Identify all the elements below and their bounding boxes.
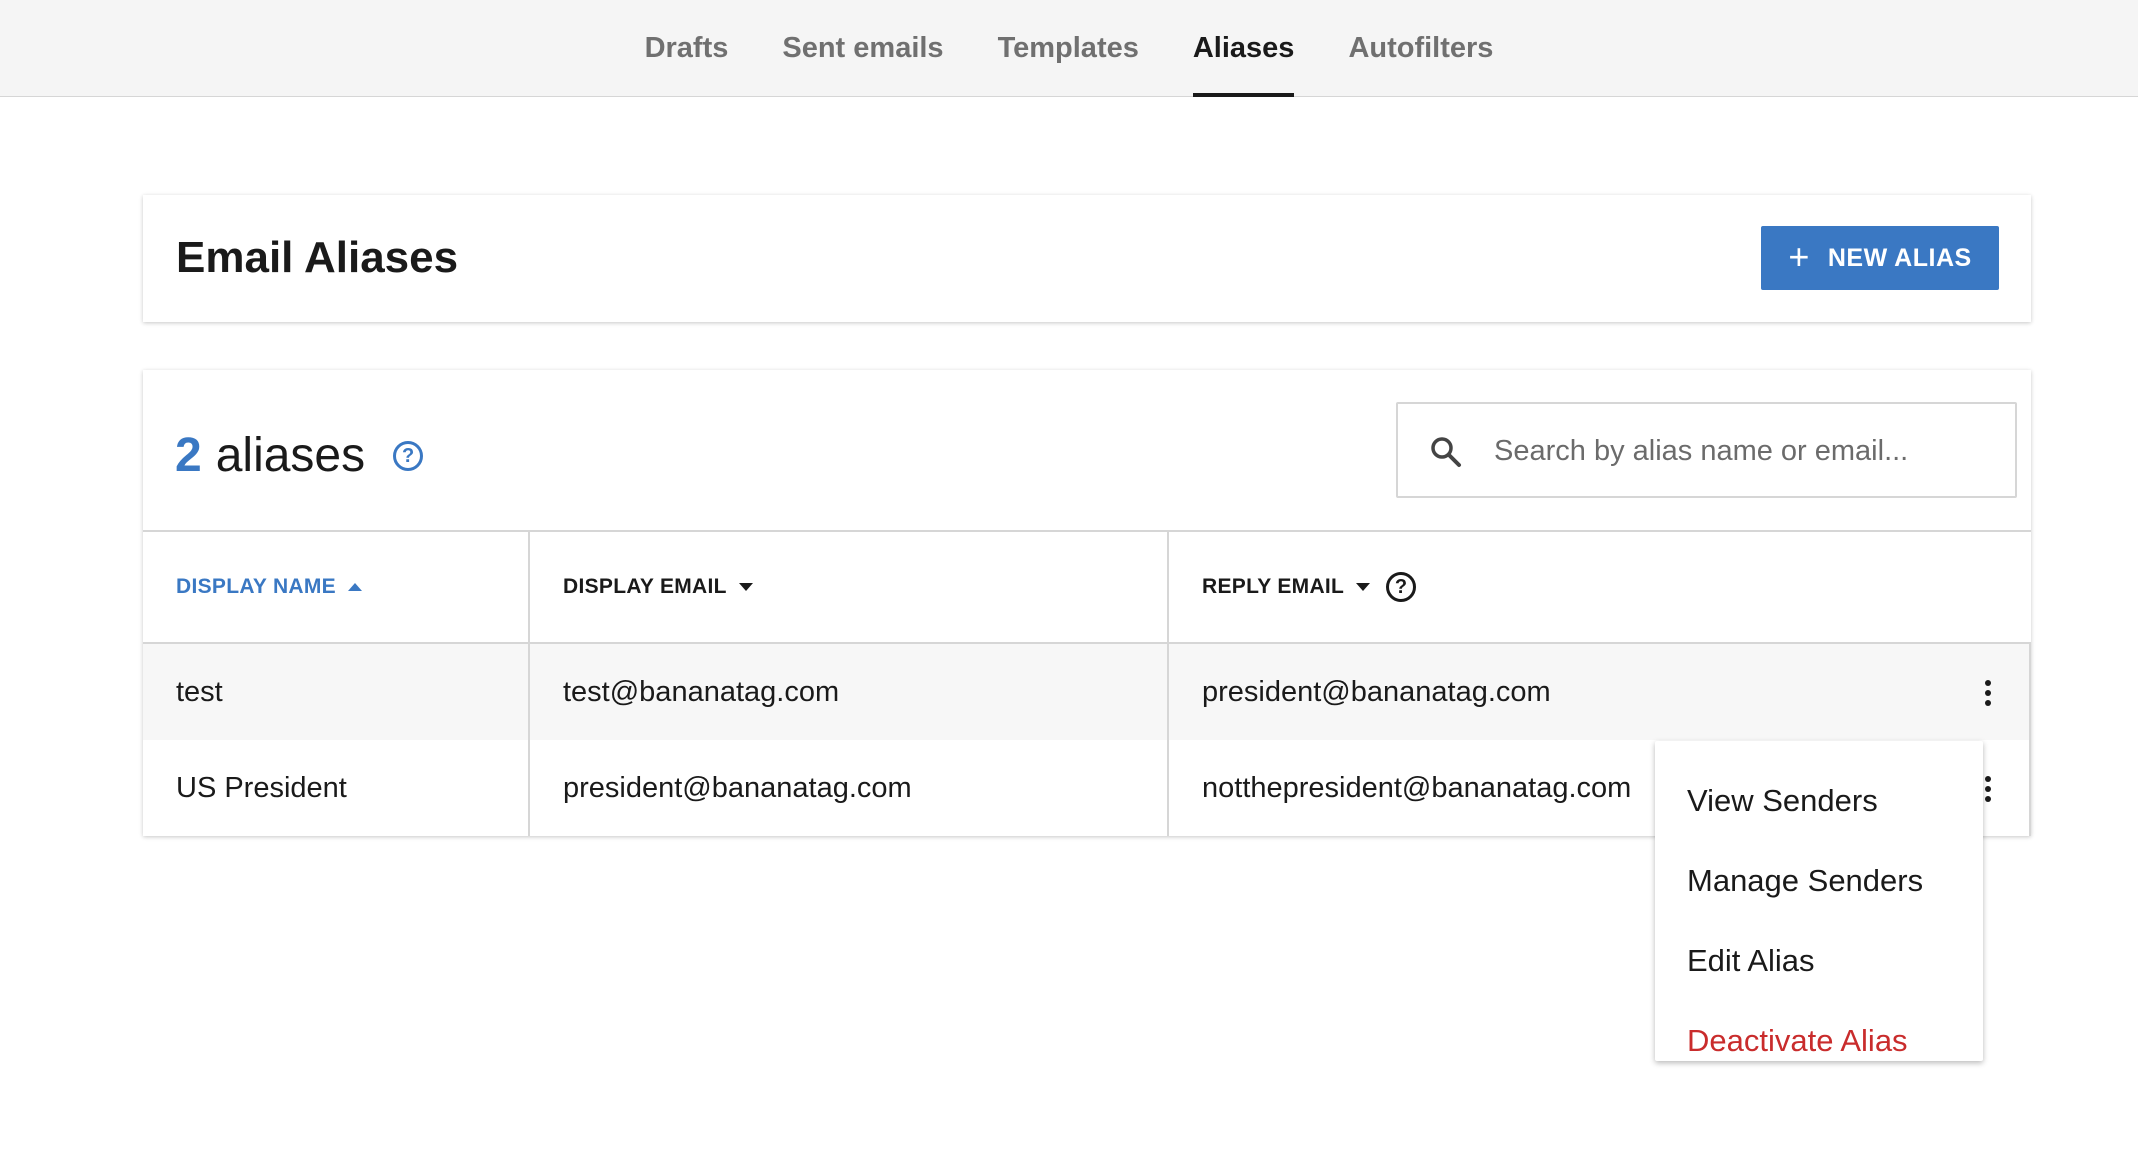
tab-sent-emails[interactable]: Sent emails (755, 0, 970, 97)
new-alias-label: NEW ALIAS (1827, 243, 1972, 272)
cell-display-name: test (143, 644, 530, 740)
header-card: Email Aliases + NEW ALIAS (143, 195, 2031, 322)
new-alias-button[interactable]: + NEW ALIAS (1761, 226, 1999, 290)
tab-drafts[interactable]: Drafts (618, 0, 756, 97)
cell-display-email: test@bananatag.com (530, 644, 1169, 740)
table-row[interactable]: test test@bananatag.com president@banana… (143, 644, 2031, 740)
menu-item-deactivate-alias[interactable]: Deactivate Alias (1655, 1001, 1983, 1081)
search-icon (1431, 437, 1461, 467)
nav-tabs: Drafts Sent emails Templates Aliases Aut… (0, 0, 2138, 97)
plus-icon: + (1788, 235, 1810, 277)
column-header-label: DISPLAY NAME (176, 575, 336, 598)
top-navigation: Drafts Sent emails Templates Aliases Aut… (0, 0, 2138, 97)
cell-display-email: president@bananatag.com (530, 740, 1169, 836)
more-options-icon[interactable] (1985, 680, 1991, 706)
page-title: Email Aliases (176, 233, 459, 282)
alias-count-number: 2 (175, 429, 202, 482)
menu-item-view-senders[interactable]: View Senders (1655, 761, 1983, 841)
menu-item-edit-alias[interactable]: Edit Alias (1655, 921, 1983, 1001)
tab-aliases[interactable]: Aliases (1166, 0, 1322, 97)
search-input[interactable] (1494, 424, 1994, 478)
more-options-icon[interactable] (1985, 776, 1991, 802)
menu-item-manage-senders[interactable]: Manage Senders (1655, 841, 1983, 921)
tab-templates[interactable]: Templates (971, 0, 1166, 97)
cell-reply-email: president@bananatag.com (1169, 644, 2031, 740)
alias-count-label: aliases (215, 429, 366, 482)
sort-descending-icon (1356, 583, 1371, 591)
question-circle-icon[interactable]: ? (393, 440, 424, 471)
column-header-reply-email[interactable]: REPLY EMAIL ? (1169, 532, 2031, 642)
search-box (1396, 402, 2017, 498)
tab-autofilters[interactable]: Autofilters (1321, 0, 1520, 97)
row-actions-menu: View Senders Manage Senders Edit Alias D… (1655, 741, 1983, 1061)
column-header-display-name[interactable]: DISPLAY NAME (143, 532, 530, 642)
question-circle-icon[interactable]: ? (1386, 572, 1417, 602)
sort-descending-icon (738, 583, 753, 591)
column-header-label: REPLY EMAIL (1202, 575, 1345, 598)
cell-display-name: US President (143, 740, 530, 836)
sort-ascending-icon (347, 583, 362, 591)
alias-count: 2 aliases ? (175, 428, 424, 483)
table-header: DISPLAY NAME DISPLAY EMAIL REPLY EMAIL ? (143, 532, 2031, 644)
column-header-display-email[interactable]: DISPLAY EMAIL (530, 532, 1169, 642)
column-header-label: DISPLAY EMAIL (563, 575, 727, 598)
